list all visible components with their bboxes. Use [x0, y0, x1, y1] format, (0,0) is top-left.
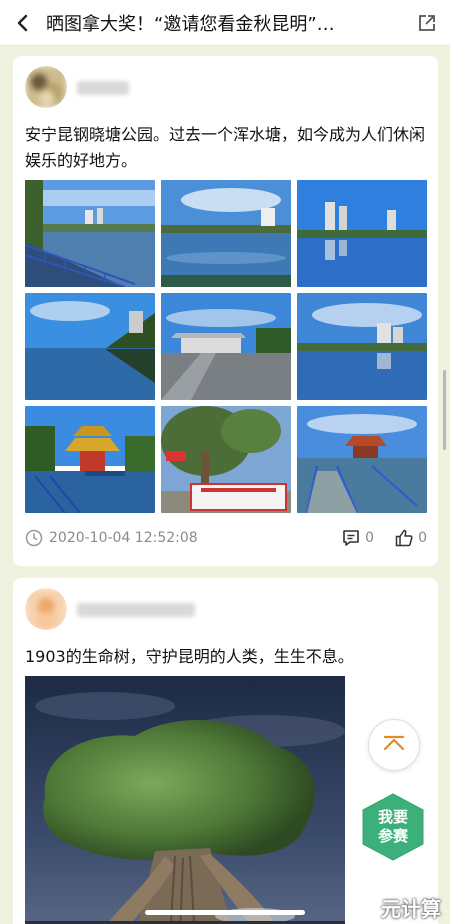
- post-card: 安宁昆钢晓塘公园。过去一个浑水塘，如今成为人们休闲娱乐的好地方。 2020-10…: [13, 56, 438, 566]
- photo-lake-buildings[interactable]: [161, 180, 291, 287]
- avatar[interactable]: [25, 66, 67, 108]
- photo-grid: [25, 180, 427, 514]
- username-blurred: [77, 603, 195, 617]
- photo-lake-walkway[interactable]: [25, 180, 155, 287]
- post-text: 1903的生命树，守护昆明的人类，生生不息。: [25, 647, 354, 666]
- page-title: 晒图拿大奖！“邀请您看金秋昆明”…: [46, 13, 335, 35]
- home-indicator: [145, 910, 305, 915]
- username-blurred: [77, 81, 129, 95]
- like-count: 0: [418, 530, 427, 546]
- photo-pagoda-pavilion[interactable]: [25, 406, 155, 513]
- like-button[interactable]: 0: [394, 528, 427, 548]
- chevron-left-icon[interactable]: [0, 0, 46, 46]
- avatar[interactable]: [25, 588, 67, 630]
- photo-lakeside-pavilion-path[interactable]: [161, 293, 291, 400]
- photo-banyan-tree-sign[interactable]: [161, 406, 291, 513]
- photo-lake-bridge-pavilion[interactable]: [297, 406, 427, 513]
- photo-lake-towers[interactable]: [297, 293, 427, 400]
- scroll-to-top-button[interactable]: [368, 719, 420, 771]
- scrollbar[interactable]: [443, 370, 446, 450]
- photo-life-tree[interactable]: [25, 676, 345, 924]
- comment-count: 0: [365, 530, 375, 546]
- chevron-up-icon: [383, 735, 405, 751]
- post-timestamp: 2020-10-04 12:52:08: [49, 530, 198, 546]
- external-link-icon[interactable]: [404, 0, 450, 46]
- join-contest-button[interactable]: 我要参赛: [360, 792, 426, 862]
- photo-lake-trees[interactable]: [25, 293, 155, 400]
- post-text: 安宁昆钢晓塘公园。过去一个浑水塘，如今成为人们休闲娱乐的好地方。: [25, 125, 426, 170]
- comment-icon: [343, 530, 359, 546]
- top-bar: 晒图拿大奖！“邀请您看金秋昆明”…: [0, 0, 450, 46]
- watermark-text: 元计算: [381, 897, 441, 921]
- thumbs-up-icon: [395, 529, 413, 547]
- post-meta: 2020-10-04 12:52:08 0 0: [25, 526, 427, 550]
- join-contest-label: 我要参赛: [377, 808, 408, 845]
- comment-button[interactable]: 0: [341, 528, 374, 548]
- photo-lake-reflection[interactable]: [297, 180, 427, 287]
- post-time: 2020-10-04 12:52:08: [25, 529, 321, 547]
- clock-icon: [25, 529, 43, 547]
